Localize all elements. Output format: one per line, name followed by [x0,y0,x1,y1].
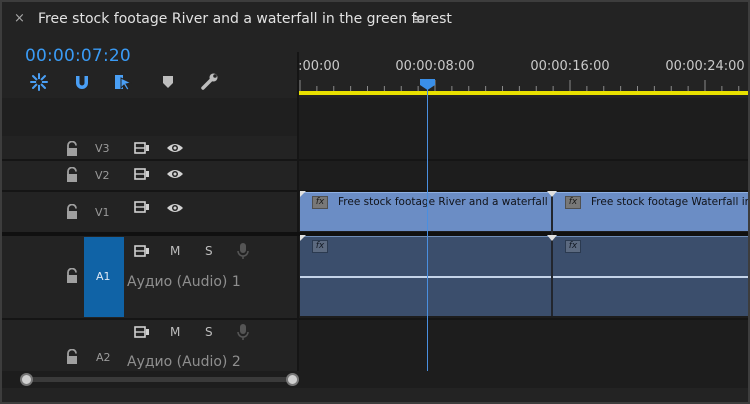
track-header-v1: V1 [0,192,297,232]
track-name[interactable]: Аудио (Audio) 2 [127,354,241,370]
volume-rubberband[interactable] [553,276,750,278]
edit-point-marker-icon [547,235,557,241]
close-icon[interactable]: × [14,11,25,26]
volume-rubberband[interactable] [300,276,551,278]
ruler-label: 00:00:16:00 [530,59,610,74]
clip-name: Free stock footage River and a waterfall… [338,196,551,208]
ruler-label: 00:00:24:00 [665,59,745,74]
fx-badge[interactable]: fx [565,240,581,253]
lock-icon[interactable] [65,349,79,365]
track-label[interactable]: V2 [95,169,110,182]
track-label[interactable]: A2 [96,351,111,364]
snap-magnet-icon[interactable] [70,70,94,94]
track-header-a2: M S Аудио (Audio) 2 A2 [0,320,297,371]
track-label[interactable]: V1 [95,206,110,219]
add-marker-icon[interactable] [156,70,180,94]
clip-start-marker-icon [300,191,306,197]
sequence-title[interactable]: Free stock footage River and a waterfall… [38,11,452,27]
mute-button[interactable]: M [170,325,180,339]
sync-lock-icon[interactable] [133,200,151,214]
voiceover-mic-icon[interactable] [234,242,252,260]
track-label: A1 [96,270,111,283]
track-header-v2: V2 [0,161,297,190]
zoom-handle-right[interactable] [286,373,299,386]
panel-menu-icon[interactable]: ≡ [413,10,426,28]
video-clip[interactable]: fx Free stock footage River and a waterf… [300,192,551,231]
ruler-label: :00:00 [299,59,340,74]
video-clip[interactable]: fx Free stock footage Waterfall in th [553,192,750,231]
fx-badge[interactable]: fx [312,240,328,253]
lock-icon[interactable] [65,167,79,183]
eye-icon[interactable] [166,167,184,181]
lock-icon[interactable] [65,141,79,157]
sync-lock-icon[interactable] [133,244,151,258]
playhead-handle-icon[interactable] [419,78,436,91]
playhead-line[interactable] [427,86,428,374]
time-ruler[interactable]: :00:00 00:00:08:00 00:00:16:00 00:00:24:… [299,52,750,98]
settings-wrench-icon[interactable] [198,70,222,94]
audio-clip[interactable]: fx [300,236,551,316]
sync-lock-icon[interactable] [133,141,151,155]
audio-clip[interactable]: fx [553,236,750,316]
track-name[interactable]: Аудио (Audio) 1 [127,274,241,290]
clip-start-marker-icon [300,235,306,241]
track-header-v3: V3 [0,138,297,159]
edit-point[interactable] [551,192,553,316]
solo-button[interactable]: S [205,244,213,258]
mute-button[interactable]: M [170,244,180,258]
ruler-label: 00:00:08:00 [395,59,475,74]
solo-button[interactable]: S [205,325,213,339]
sync-lock-icon[interactable] [133,167,151,181]
snap-in-nested-icon[interactable] [27,70,51,94]
zoom-scrollbar[interactable] [26,377,292,382]
track-header-a1: M S Аудио (Audio) 1 [0,236,297,318]
playhead-timecode[interactable]: 00:00:07:20 [25,46,131,66]
sync-lock-icon[interactable] [133,325,151,339]
clip-name: Free stock footage Waterfall in th [591,196,750,208]
zoom-handle-left[interactable] [20,373,33,386]
edit-point-marker-icon [547,191,557,197]
track-label[interactable]: V3 [95,142,110,155]
eye-icon[interactable] [166,141,184,155]
lock-icon[interactable] [65,204,79,220]
track-header-spacer [0,98,297,136]
sequence-header: × Free stock footage River and a waterfa… [0,0,750,42]
panel-footer [0,388,750,404]
source-patch-a1[interactable]: A1 [84,237,124,317]
fx-badge[interactable]: fx [312,196,328,209]
fx-badge[interactable]: fx [565,196,581,209]
work-area-bar[interactable] [299,91,750,95]
voiceover-mic-icon[interactable] [234,323,252,341]
eye-icon[interactable] [166,201,184,215]
lock-icon[interactable] [65,268,79,284]
linked-selection-icon[interactable] [111,70,135,94]
